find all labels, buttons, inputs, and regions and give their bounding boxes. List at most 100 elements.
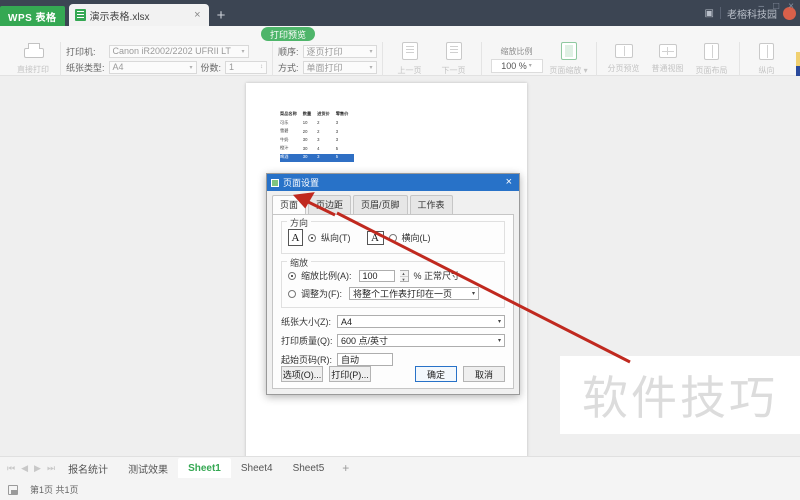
printer-label: 打印机: [66,46,96,57]
printer-select[interactable]: Canon iR2002/2202 UFRII LT ▾ [108,44,249,58]
dialog-title-bar: 页面设置 × [267,174,519,191]
close-icon[interactable]: × [192,9,202,21]
scale-percent-stepper[interactable]: ▲ ▼ [399,269,409,282]
paper-size-select[interactable]: A4 ▾ [337,315,505,328]
fit-to-radio[interactable] [288,289,296,298]
cell-cost: 3 [317,137,320,142]
chevron-down-icon: ▾ [369,48,373,55]
order-value: 逐页打印 [306,46,343,57]
dialog-close-icon[interactable]: × [503,177,515,188]
page-zoom-button[interactable]: 页面缩放 ▾ [547,42,591,76]
window-close-icon[interactable]: × [788,1,794,12]
print-quality-select[interactable]: 600 点/英寸 ▾ [337,334,505,347]
scaling-group-label: 缩放 [287,256,312,269]
sheet-tab-sheet1[interactable]: Sheet1 [178,458,231,478]
prev-page-label: 上一页 [397,66,422,75]
maximize-icon[interactable]: □ [773,1,779,12]
chevron-down-icon: ▾ [189,64,193,71]
portrait-icon [745,42,789,64]
table-row: 牛奶 30 3 3 [280,137,354,146]
chevron-down-icon: ▾ [497,319,501,325]
next-page-label: 下一页 [441,66,466,75]
horizontal-ruler [246,76,527,83]
sheet-tab-ceshixiaoguo[interactable]: 测试效果 [118,458,178,478]
page-layout-button[interactable]: 页面布局 [690,42,734,76]
sheet-tab-sheet4[interactable]: Sheet4 [231,458,283,478]
copies-label: 份数: [200,62,222,73]
last-sheet-button[interactable]: ⏭ [44,463,58,474]
fit-to-select[interactable]: 将整个工作表打印在一页 ▾ [349,287,479,300]
tab-page[interactable]: 页面 [272,195,307,214]
mode-label: 方式: [278,62,299,73]
cell-cost: 2 [317,128,320,134]
scale-percent-input[interactable]: 100 [358,269,395,282]
tab-header-footer[interactable]: 页眉/页脚 [353,195,408,214]
paper-size-row: 纸张大小(Z): A4 ▾ [281,315,505,328]
sheet-tab-sheet5[interactable]: Sheet5 [283,458,335,478]
print-quality-label: 打印质量(Q): [281,336,333,346]
status-bar: 第1页 共1页 [0,479,800,500]
page-status-label: 第1页 共1页 [30,485,79,495]
ok-button[interactable]: 确定 [415,366,457,382]
paper-type-label: 纸张类型: [66,62,105,73]
paper-type-select[interactable]: A4 ▾ [108,60,197,74]
prev-sheet-button[interactable]: ◀ [18,463,31,474]
print-quality-value: 600 点/英寸 [341,336,389,346]
order-select[interactable]: 逐页打印 ▾ [302,44,377,58]
table-header-row: 菜品名称 数量 进货价 零售价 [280,111,354,120]
print-quality-row: 打印质量(Q): 600 点/英寸 ▾ [281,334,505,347]
first-page-number-input[interactable]: 自动 [337,353,393,366]
cell-price: 5 [335,145,339,151]
direct-print-button[interactable]: 直接打印 [11,43,55,75]
tab-margins[interactable]: 页边距 [308,195,352,214]
normal-view-icon [646,44,690,62]
table-row: 雪碧 20 2 3 [280,128,354,137]
prev-page-icon [388,42,432,64]
table-header-cell: 零售价 [335,111,349,116]
landscape-radio[interactable] [388,233,397,242]
scale-percent-radio[interactable] [288,271,296,280]
new-tab-button[interactable]: + [209,7,234,26]
save-icon[interactable] [8,484,18,495]
bottom-bar: ⏮ ◀ ▶ ⏭ 报名统计 测试效果 Sheet1 Sheet4 Sheet5 +… [0,456,800,500]
mode-select[interactable]: 单面打印 ▾ [302,60,377,74]
prev-page-button[interactable]: 上一页 [388,42,432,76]
table-header-cell: 菜品名称 [280,111,297,116]
decorative-strip-yellow [796,52,800,66]
dialog-app-icon [271,178,279,187]
chevron-down-icon: ▾ [528,63,532,69]
copies-input[interactable]: 1 ↕ [225,60,268,74]
portrait-button[interactable]: 纵向 [745,42,789,76]
page-layout-icon [690,42,734,64]
options-button[interactable]: 选项(O)... [281,366,323,382]
cell-price: 3 [335,120,339,125]
zoom-input[interactable]: 100 % ▾ [490,58,543,73]
page-zoom-label: 页面缩放 ▾ [549,66,588,75]
paper-size-value: A4 [341,316,353,327]
first-sheet-button[interactable]: ⏮ [4,463,18,474]
next-sheet-button[interactable]: ▶ [31,463,44,474]
chevron-down-icon: ▾ [471,291,475,297]
cancel-button[interactable]: 取消 [463,366,505,382]
cell-name: 橙汁 [280,145,289,150]
cell-qty: 30 [302,137,308,142]
next-page-button[interactable]: 下一页 [432,42,476,76]
print-preview-badge: 打印预览 [261,27,316,41]
print-button[interactable]: 打印(P)... [329,366,371,382]
cell-qty: 30 [302,153,318,162]
portrait-radio[interactable] [308,233,316,242]
screen-share-icon[interactable]: ▣ [705,8,714,19]
document-tab[interactable]: 演示表格.xlsx × [68,4,209,26]
sheet-tab-baomingtongji[interactable]: 报名统计 [58,458,118,478]
table-header-cell: 数量 [302,111,312,116]
chevron-down-icon: ▾ [497,338,501,344]
add-sheet-button[interactable]: + [334,461,357,475]
document-tab-label: 演示表格.xlsx [89,11,150,23]
normal-view-button[interactable]: 普通视图 [646,44,690,74]
tab-worksheet[interactable]: 工作表 [409,195,453,214]
paper-size-label: 纸张大小(Z): [281,317,331,327]
minimize-icon[interactable]: – [759,1,765,12]
page-break-preview-button[interactable]: 分页预览 [602,44,646,74]
zoom-label: 缩放比例 [500,46,533,56]
cell-price: 3 [335,128,339,134]
